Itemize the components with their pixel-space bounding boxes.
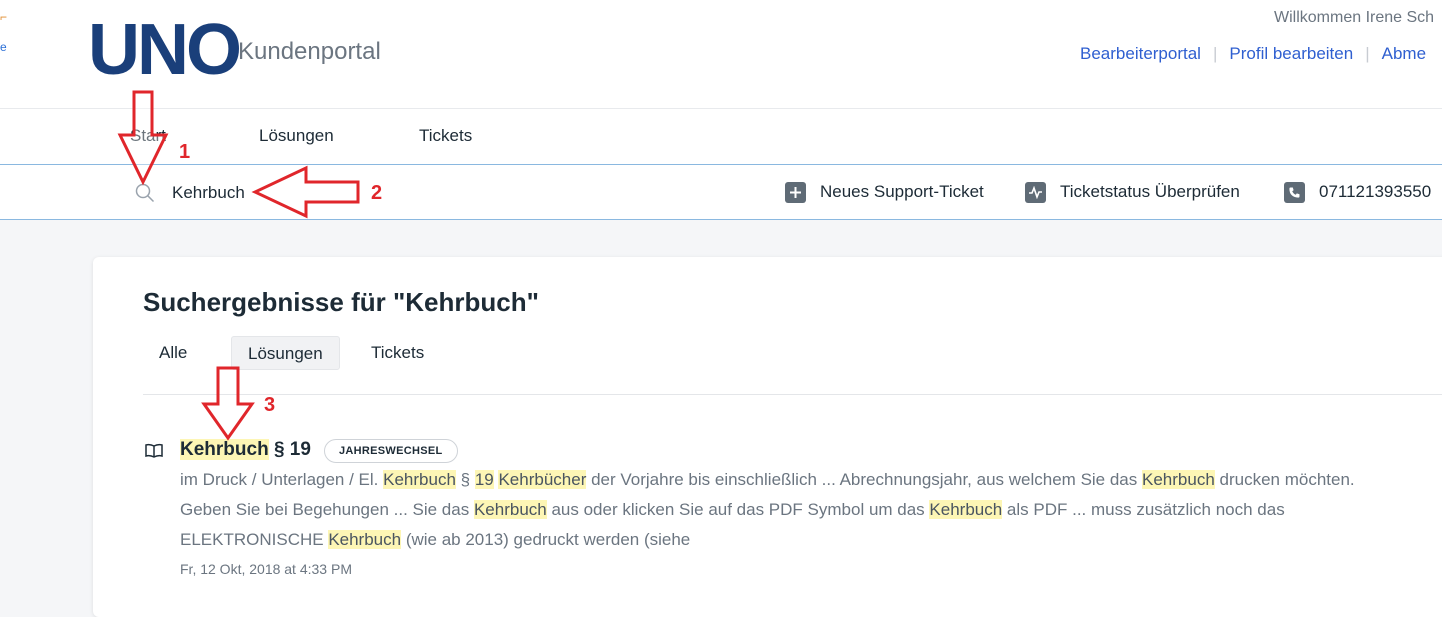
tab-alle[interactable]: Alle — [143, 336, 203, 370]
new-ticket-label: Neues Support-Ticket — [820, 182, 984, 201]
result-title-link[interactable]: Kehrbuch § 19 — [180, 439, 311, 461]
snippet-line: ELEKTRONISCHE Kehrbuch (wie ab 2013) ged… — [180, 530, 690, 550]
snippet-highlight: Kehrbuch — [473, 500, 547, 519]
snippet-text: aus oder klicken Sie auf das PDF Symbol … — [546, 500, 930, 519]
tab-tickets[interactable]: Tickets — [355, 336, 440, 370]
annotation-label: 2 — [371, 182, 383, 204]
plus-icon — [785, 181, 806, 203]
snippet-line: im Druck / Unterlagen / El. Kehrbuch § 1… — [180, 470, 1355, 490]
nav-loesungen[interactable]: Lösungen — [259, 126, 334, 146]
snippet-text: drucken möchten. — [1214, 470, 1355, 489]
snippet-text: im Druck / Unterlagen / El. — [180, 470, 384, 489]
uno-logo[interactable]: UNO — [88, 14, 242, 86]
portal-name: Kundenportal — [238, 38, 381, 65]
nav-tickets[interactable]: Tickets — [419, 126, 472, 146]
snippet-line: Geben Sie bei Begehungen ... Sie das Keh… — [180, 500, 1285, 520]
abmelden-link[interactable]: Abme — [1382, 44, 1426, 63]
tab-loesungen[interactable]: Lösungen — [231, 336, 340, 370]
link-separator: | — [1212, 44, 1218, 63]
ticket-status-button[interactable]: Ticketstatus Überprüfen — [1025, 181, 1240, 203]
header-links: Bearbeiterportal | Profil bearbeiten | Abme — [1080, 44, 1426, 64]
snippet-text: (wie ab 2013) gedruckt werden (siehe — [401, 530, 691, 549]
snippet-text: Geben Sie bei Begehungen ... Sie das — [180, 500, 474, 519]
search-icon[interactable] — [134, 182, 156, 204]
book-icon — [145, 443, 163, 458]
profil-bearbeiten-link[interactable]: Profil bearbeiten — [1229, 44, 1353, 63]
ticket-status-label: Ticketstatus Überprüfen — [1060, 182, 1240, 201]
phone-icon — [1284, 181, 1305, 203]
new-ticket-button[interactable]: Neues Support-Ticket — [785, 181, 984, 203]
annotation-label: 3 — [264, 394, 276, 416]
snippet-text: ELEKTRONISCHE — [180, 530, 329, 549]
result-date: Fr, 12 Okt, 2018 at 4:33 PM — [180, 561, 352, 577]
edge-fragment: ⌐ — [0, 10, 8, 24]
annotation-label: 1 — [179, 141, 191, 163]
search-input[interactable] — [170, 179, 374, 207]
snippet-highlight: Kehrbücher — [498, 470, 587, 489]
phone-number: 071121393550 — [1319, 182, 1432, 201]
snippet-text: § — [455, 470, 475, 489]
title-rest: § 19 — [268, 439, 311, 460]
category-badge: JAHRESWECHSEL — [324, 439, 458, 463]
snippet-text: der Vorjahre bis einschließlich ... Abre… — [586, 470, 1142, 489]
title-highlight: Kehrbuch — [180, 439, 269, 460]
snippet-highlight: 19 — [474, 470, 494, 489]
bearbeiterportal-link[interactable]: Bearbeiterportal — [1080, 44, 1201, 63]
link-separator: | — [1365, 44, 1370, 63]
snippet-highlight: Kehrbuch — [1142, 470, 1215, 489]
results-heading: Suchergebnisse für "Kehrbuch" — [143, 287, 539, 317]
results-card: Suchergebnisse für "Kehrbuch" Alle Lösun… — [93, 257, 1442, 617]
snippet-highlight: Kehrbuch — [383, 470, 456, 489]
phone-button[interactable]: 071121393550 — [1284, 181, 1431, 203]
search-bar: Neues Support-Ticket Ticketstatus Überpr… — [0, 164, 1442, 220]
welcome-text: Willkommen Irene Sch — [1274, 9, 1435, 26]
main-nav: Start Lösungen Tickets — [0, 109, 1442, 164]
activity-icon — [1025, 181, 1046, 203]
snippet-highlight: Kehrbuch — [328, 530, 402, 549]
snippet-text: als PDF ... muss zusätzlich noch das — [1002, 500, 1285, 519]
nav-start[interactable]: Start — [130, 126, 166, 146]
divider — [143, 394, 1442, 395]
top-header: ⌐ e UNO Kundenportal Willkommen Irene Sc… — [0, 0, 1442, 109]
snippet-highlight: Kehrbuch — [929, 500, 1003, 519]
edge-fragment: e — [0, 40, 7, 54]
